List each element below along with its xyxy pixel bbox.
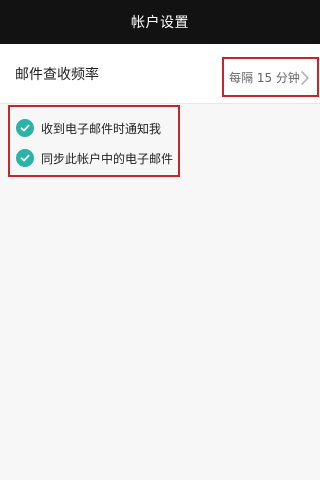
check-icon[interactable]: [16, 119, 34, 137]
sync-account-email-label: 同步此帐户中的电子邮件: [41, 151, 174, 166]
frequency-value: 每隔 15 分钟: [229, 70, 300, 85]
check-icon[interactable]: [16, 149, 34, 167]
notify-on-email-option[interactable]: 收到电子邮件时通知我: [10, 113, 178, 143]
email-options-group: 收到电子邮件时通知我 同步此帐户中的电子邮件: [8, 105, 180, 177]
app-header: 帐户设置: [0, 0, 320, 44]
frequency-value-selector[interactable]: 每隔 15 分钟: [222, 57, 319, 97]
sync-account-email-option[interactable]: 同步此帐户中的电子邮件: [10, 143, 178, 173]
mail-check-frequency-label: 邮件查收频率: [15, 67, 99, 83]
page-title: 帐户设置: [131, 15, 189, 31]
notify-on-email-label: 收到电子邮件时通知我: [41, 121, 162, 136]
mail-check-frequency-row[interactable]: 邮件查收频率 每隔 15 分钟: [0, 44, 320, 104]
settings-content: 邮件查收频率 每隔 15 分钟 收到电子邮件时通知我 同步此帐户中的电子邮件: [0, 44, 320, 480]
chevron-right-icon: [301, 71, 309, 85]
